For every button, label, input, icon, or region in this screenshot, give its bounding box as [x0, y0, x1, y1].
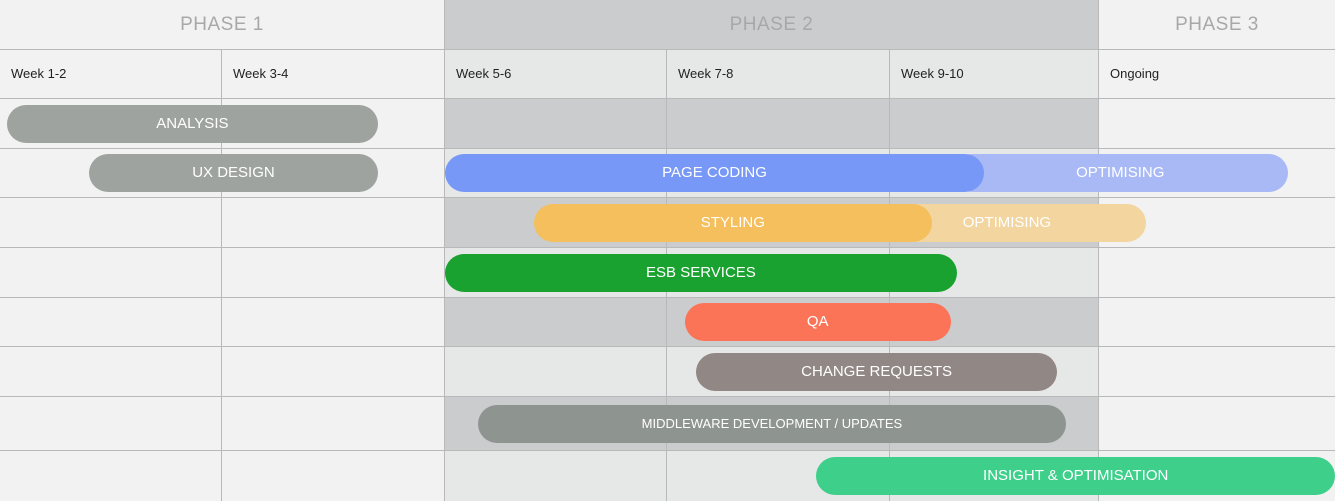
column-label: Week 7-8 — [678, 66, 734, 81]
task-label: UX DESIGN — [192, 164, 275, 181]
task-label: CHANGE REQUESTS — [801, 362, 953, 380]
grid-line — [0, 197, 1335, 198]
phase-label: PHASE 2 — [729, 14, 814, 35]
task-label: ESB SERVICES — [646, 263, 756, 281]
task-label: STYLING — [700, 213, 765, 231]
task-label: MIDDLEWARE DEVELOPMENT / UPDATES — [641, 415, 903, 431]
task-bar[interactable]: MIDDLEWARE DEVELOPMENT / UPDATES — [478, 404, 1066, 443]
task-label: OPTIMISING — [1076, 164, 1165, 181]
grid-line — [0, 247, 1335, 248]
task-label: QA — [806, 313, 829, 330]
task-label: INSIGHT & OPTIMISATION — [983, 467, 1169, 484]
column-label: Week 3-4 — [233, 66, 289, 81]
column-label: Week 5-6 — [456, 66, 512, 81]
gantt-chart: PHASE 1 PHASE 2 PHASE 3 Week 1-2 Week 3-… — [0, 0, 1335, 501]
task-label: PAGE CODING — [662, 164, 767, 181]
column-label: Week 9-10 — [901, 66, 964, 81]
grid-line — [0, 346, 1335, 347]
task-label: ANALYSIS — [156, 114, 229, 132]
task-bar[interactable]: OPTIMISING — [952, 154, 1288, 192]
grid-line — [0, 297, 1335, 298]
phase-label: PHASE 1 — [180, 14, 264, 35]
task-bar[interactable]: ESB SERVICES — [445, 253, 957, 292]
task-bar[interactable]: CHANGE REQUESTS — [695, 352, 1058, 391]
task-bar[interactable]: PAGE CODING — [445, 154, 985, 192]
task-bar[interactable]: ANALYSIS — [6, 104, 379, 143]
task-bar[interactable]: UX DESIGN — [88, 154, 379, 192]
task-bar[interactable]: INSIGHT & OPTIMISATION — [816, 457, 1335, 495]
column-label: Week 1-2 — [11, 66, 67, 81]
grid-line — [0, 450, 1335, 451]
grid-line — [0, 396, 1335, 397]
task-bar[interactable]: QA — [684, 303, 951, 341]
task-bar[interactable]: STYLING — [533, 203, 932, 242]
column-label: Ongoing — [1110, 66, 1160, 81]
phase-label: PHASE 3 — [1175, 14, 1259, 35]
grid-line — [0, 148, 1335, 149]
grid-line — [0, 98, 1335, 99]
